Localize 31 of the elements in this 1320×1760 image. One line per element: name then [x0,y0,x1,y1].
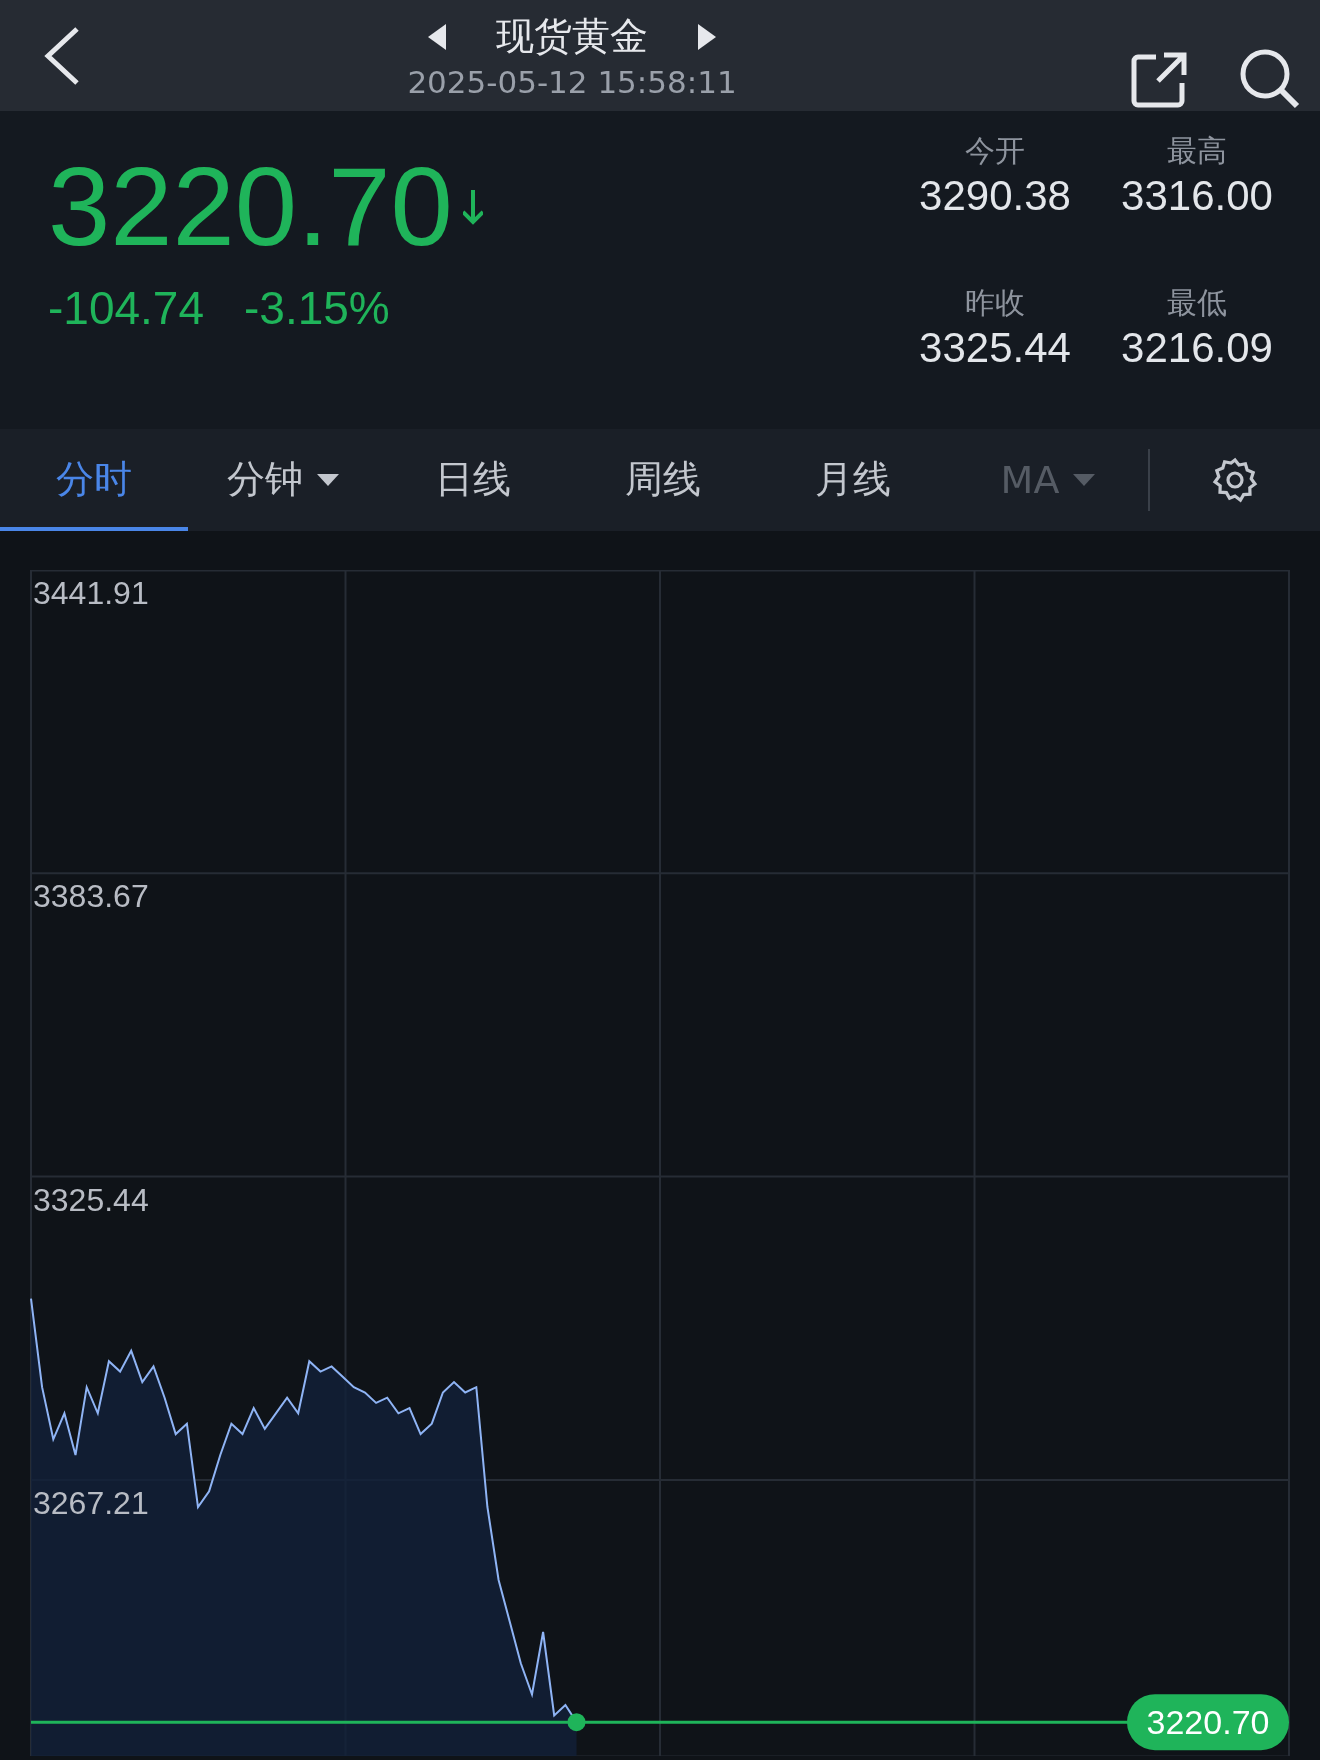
axis-label: 3383.67 [33,878,149,915]
chart-tab[interactable]: 分钟 [188,428,378,531]
stat-value: 3325.44 [919,323,1071,372]
chart-tab[interactable]: 周线 [568,428,758,531]
stat-label: 最低 [1167,283,1227,322]
back-icon[interactable] [44,25,80,86]
instrument-title: 现货黄金 [496,13,648,61]
timestamp: 2025-05-12 15:58:11 [407,64,737,101]
search-icon[interactable] [1238,47,1300,110]
percent-change: -3.15% [244,281,390,336]
chart-tab[interactable]: 日线 [378,428,568,531]
stat-value: 3290.38 [919,172,1071,221]
axis-label: 3325.44 [33,1181,149,1218]
settings-icon[interactable] [1211,455,1259,504]
price-tag: 3220.70 [1127,1694,1289,1751]
axis-label: 3267.21 [33,1484,149,1521]
chart-tab[interactable]: 分时 [0,428,188,531]
current-point [567,1713,586,1732]
ref-line-label: 3220.70 [1146,1703,1270,1742]
axis-label: 3441.91 [33,575,149,611]
next-icon[interactable] [698,23,716,50]
current-price: 3220.70 [48,151,453,264]
stat-label: 昨收 [965,283,1025,322]
stat-value: 3216.09 [1121,323,1273,372]
previous-icon[interactable] [428,23,446,50]
stat-value: 3316.00 [1121,172,1273,221]
price-change: -104.74 [48,281,204,336]
share-icon[interactable] [1130,51,1188,110]
stat-label: 最高 [1167,132,1227,171]
stat-label: 今开 [965,132,1025,171]
chart-tab[interactable]: 月线 [758,428,948,531]
